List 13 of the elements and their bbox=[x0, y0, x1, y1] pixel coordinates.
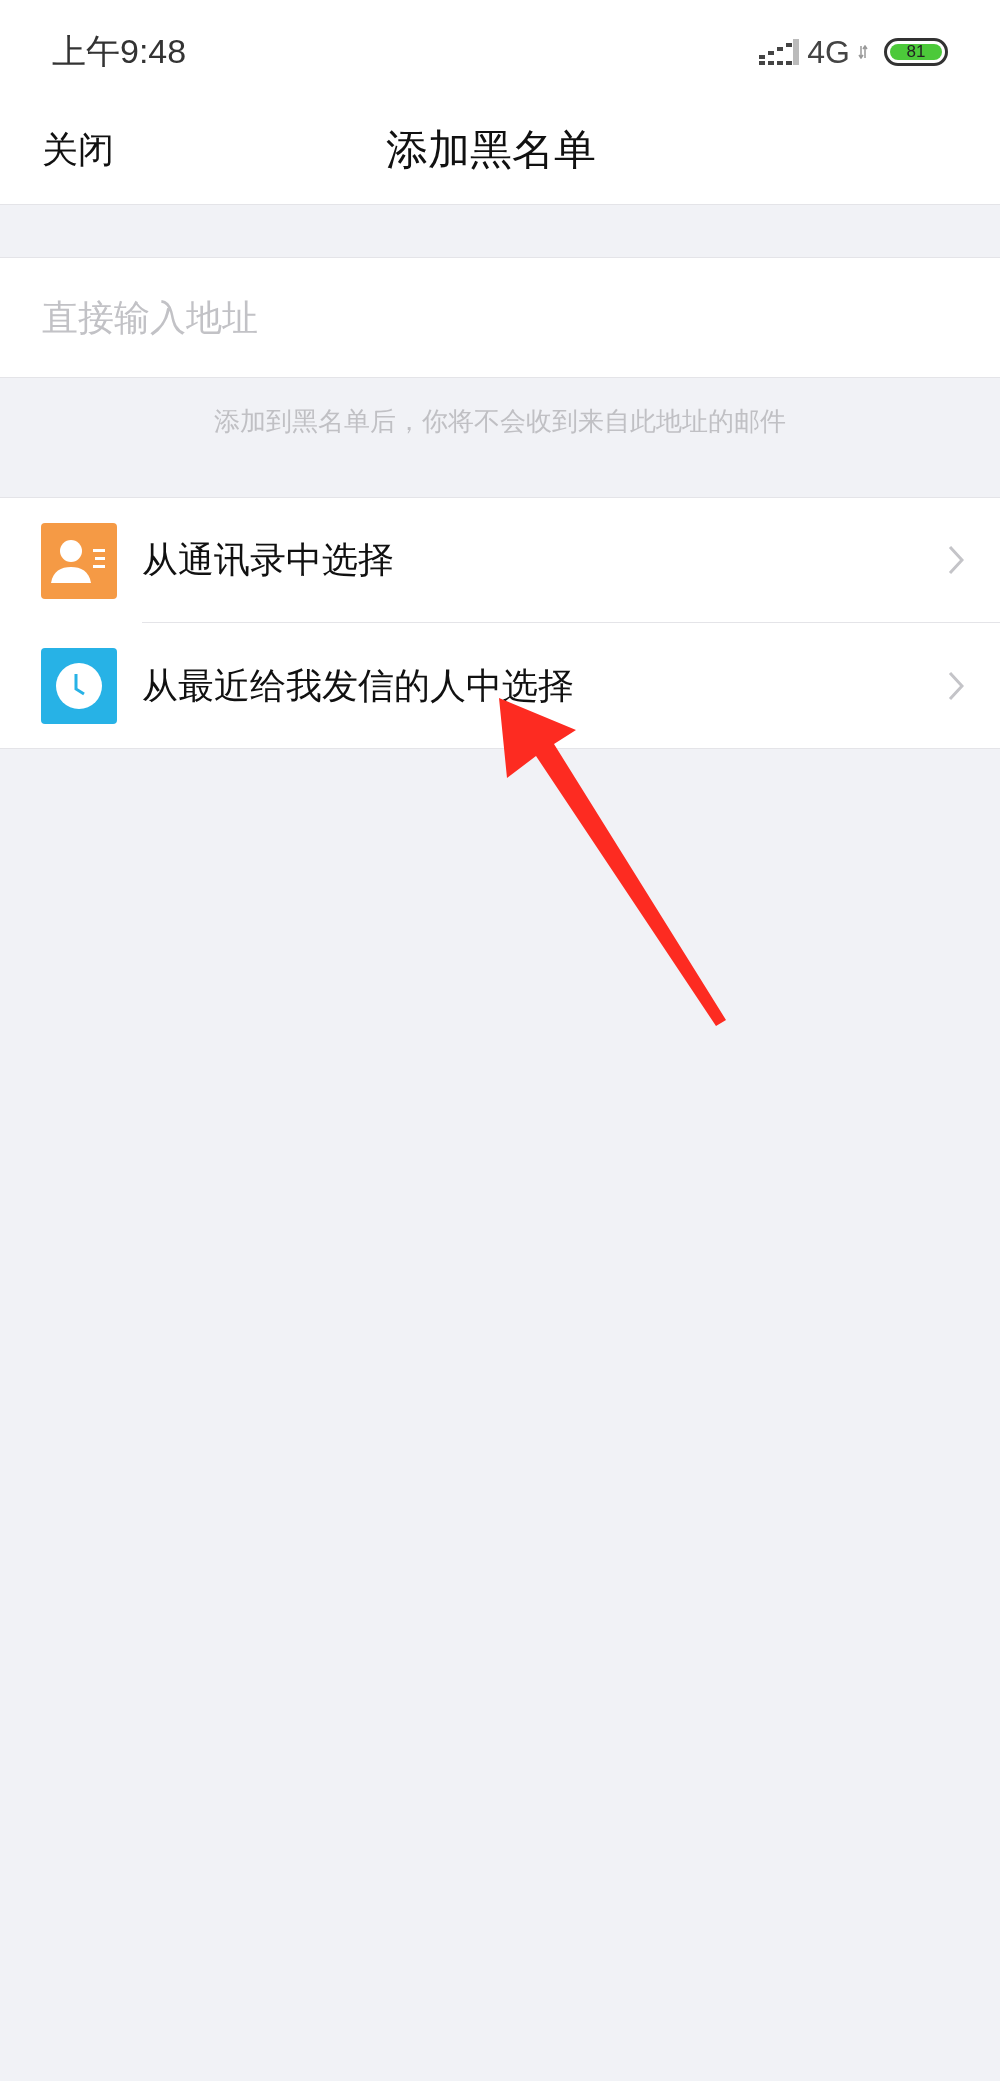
close-button[interactable]: 关闭 bbox=[42, 122, 114, 177]
battery-level: 81 bbox=[906, 43, 926, 60]
chevron-icon bbox=[948, 670, 964, 701]
option-label: 从最近给我发信的人中选择 bbox=[142, 663, 574, 708]
status-time: 上午9:48 bbox=[52, 31, 187, 72]
option-row[interactable]: 从通讯录中选择 bbox=[0, 498, 1000, 623]
chevron-icon bbox=[948, 545, 964, 575]
data-arrows-icon bbox=[858, 44, 868, 59]
network-type: 4G bbox=[807, 32, 850, 72]
address-field[interactable]: 直接输入地址 bbox=[0, 257, 1000, 378]
option-label: 从通讯录中选择 bbox=[142, 538, 394, 582]
page-title: 添加黑名单 bbox=[386, 125, 596, 175]
signal-icon bbox=[759, 38, 800, 65]
